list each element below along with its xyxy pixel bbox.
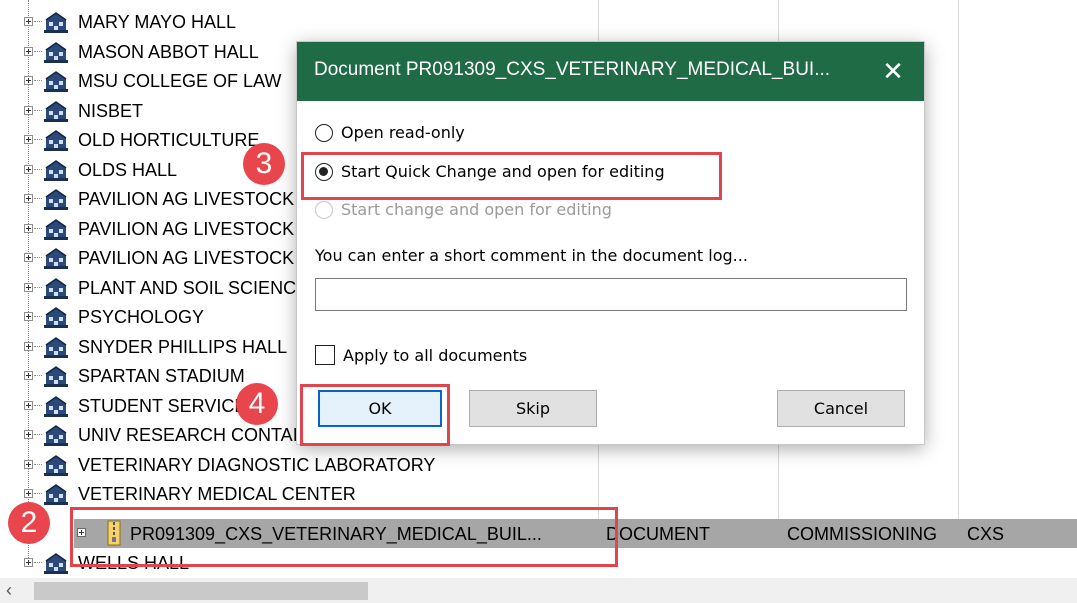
tree-connector [34,434,42,435]
expand-icon[interactable] [24,253,33,262]
expand-icon[interactable] [24,430,33,439]
document-category: COMMISSIONING [787,524,938,544]
step-3-badge: 3 [243,143,285,185]
highlight-quick-change [301,152,722,200]
tree-connector [34,493,42,494]
building-icon [43,39,69,65]
tree-row-label: PLANT AND SOIL SCIENCES [78,277,321,298]
close-icon[interactable]: ✕ [876,54,910,88]
document-type: DOCUMENT [606,524,710,544]
radio-button-disabled [315,201,333,219]
expand-icon[interactable] [24,341,33,351]
radio-button[interactable] [315,124,333,142]
building-icon [43,550,69,576]
tree-connector [34,198,42,199]
apply-all-label: Apply to all documents [343,346,528,365]
step-2-badge: 2 [8,502,50,544]
building-icon [43,422,69,448]
tree-row-label: NISBET [78,100,144,121]
building-icon [43,186,69,212]
building-icon [43,127,69,153]
building-icon [43,452,69,478]
tree-row-label: OLDS HALL [78,159,178,180]
apply-all-checkbox[interactable] [315,345,335,365]
building-icon [43,245,69,271]
building-icon [43,481,69,507]
expand-icon[interactable] [24,164,33,174]
expand-icon[interactable] [24,312,33,321]
tree-row-label: PAVILION AG LIVESTOCK [78,248,295,268]
tree-row-label: VETERINARY MEDICAL CENTER [78,484,356,504]
tree-connector [34,80,42,81]
building-icon [43,275,69,301]
comment-label: You can enter a short comment in the doc… [315,246,748,265]
tree-row-label: PAVILION AG LIVESTOCK [78,218,295,239]
tree-connector [34,257,42,258]
building-icon [43,334,69,360]
option-label: Open read-only [341,123,465,142]
expand-icon[interactable] [24,371,33,380]
expand-icon[interactable] [24,105,33,115]
tree-connector [34,227,42,229]
scroll-left-icon[interactable]: ‹ [6,580,12,600]
tree-row[interactable]: VETERINARY DIAGNOSTIC LABORATORY [0,451,1077,480]
tree-connector [34,21,42,22]
tree-row-label: STUDENT SERVICES [78,395,259,416]
tree-connector [34,562,42,563]
building-icon [43,68,69,94]
tree-connector [34,50,42,52]
expand-icon[interactable] [24,489,33,498]
building-icon [43,363,69,389]
tree-row-label: MARY MAYO HALL [78,12,237,32]
tree-connector [34,139,42,140]
dialog-title-bar: Document PR091309_CXS_VETERINARY_MEDICAL… [297,42,924,101]
highlight-document-row [70,507,618,567]
tree-row-label: PSYCHOLOGY [78,307,205,327]
highlight-ok-button [300,384,450,446]
scroll-thumb[interactable] [34,582,368,600]
expand-icon[interactable] [24,282,33,292]
expand-icon[interactable] [24,76,33,85]
building-icon [43,9,69,35]
expand-icon[interactable] [24,459,33,469]
building-icon [43,157,69,183]
step-4-badge: 4 [236,383,278,425]
comment-input[interactable] [315,278,907,311]
expand-icon[interactable] [24,223,33,233]
building-icon [43,98,69,124]
tree-row-label: OLD HORTICULTURE [78,130,260,150]
tree-row-label: MSU COLLEGE OF LAW [78,71,282,91]
tree-connector [34,375,42,376]
dialog-title: Document PR091309_CXS_VETERINARY_MEDICAL… [314,59,831,80]
tree-connector [34,109,42,111]
expand-icon[interactable] [24,17,33,26]
tree-row-label: SNYDER PHILLIPS HALL [78,336,288,357]
option-label: Start change and open for editing [341,200,612,219]
expand-icon[interactable] [24,400,33,410]
tree-row-label: SPARTAN STADIUM [78,366,245,386]
building-icon [43,216,69,242]
tree-row-label: MASON ABBOT HALL [78,41,259,62]
tree-row-label: PAVILION AG LIVESTOCK [78,189,295,209]
tree-connector [34,345,42,347]
tree-connector [34,286,42,288]
tree-connector [34,463,42,465]
expand-icon[interactable] [24,558,33,567]
tree-connector [34,404,42,406]
expand-icon[interactable] [24,135,33,144]
expand-icon[interactable] [24,46,33,56]
document-code: CXS [967,524,1005,544]
tree-row-label: VETERINARY DIAGNOSTIC LABORATORY [78,454,436,475]
building-icon [43,304,69,330]
tree-connector [34,316,42,317]
tree-connector [34,168,42,170]
tree-row[interactable]: VETERINARY MEDICAL CENTER [0,480,1077,509]
tree-row[interactable]: MARY MAYO HALL [0,8,1077,37]
horizontal-scrollbar[interactable]: ‹ [0,578,1077,603]
cancel-button[interactable]: Cancel [777,390,905,427]
expand-icon[interactable] [24,194,33,203]
skip-button[interactable]: Skip [469,390,597,427]
building-icon [43,393,69,419]
